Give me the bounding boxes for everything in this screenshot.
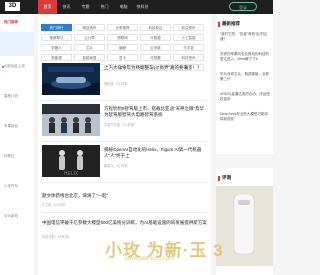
left-section-title: 热门推荐 (4, 20, 18, 24)
news-title[interactable]: 题文体新线台北京，滴滴了“一起” (42, 193, 108, 199)
login-button[interactable]: 登录 (229, 2, 257, 11)
tag[interactable]: 编程 (107, 44, 138, 51)
tag[interactable]: 机器人 (41, 44, 72, 51)
tag[interactable]: 芯片 (74, 44, 105, 51)
tag[interactable]: 云计算 (74, 34, 105, 41)
nav-item-pc[interactable]: 电脑 (114, 0, 133, 14)
watermark-url: www.kkk-kids.com (125, 256, 175, 262)
recommend-item[interactable]: “我们它的，”抗疫“有效”后不加速？ (220, 32, 270, 42)
article-item[interactable]: 上汽大众今年为终端整车，“尚界”真的要来了！？ 快科技 · 2小时前 (42, 63, 207, 97)
article-item[interactable]: 方程豹豹8智驾版上市，搭载比亚迪“天神之眼”及华为智驾版智驾大电路智驾系统 中国… (42, 104, 207, 138)
left-item[interactable]: 星舰计划 (4, 94, 18, 99)
article-title[interactable]: 揭秘OpenAI自动化的Helix，Figure AI第一代机器人“人”终于上 (104, 147, 207, 159)
left-item[interactable]: AI新功能上线 (4, 64, 25, 69)
article-title[interactable]: 上汽大众今年为终端整车，“尚界”真的要来了！？ (104, 65, 207, 71)
review-box: 评测 (216, 168, 273, 275)
article-item[interactable]: HELIX 揭秘OpenAI自动化的Helix，Figure AI第一代机器人“… (42, 145, 207, 179)
tag[interactable]: 可穿戴 (140, 54, 171, 61)
article-thumbnail (42, 104, 100, 136)
nav-item-hot[interactable]: 热门 (95, 0, 114, 14)
recommend-item[interactable]: ARM与高通达成的合约，涉及授权费用 (220, 92, 270, 102)
nav-item-home[interactable]: 首页 (38, 0, 57, 14)
section-marker-icon (218, 176, 220, 181)
divider (42, 212, 207, 213)
top-nav-bar: 3D 首页 快讯 专题 热门 电脑 快科技 登录 (0, 0, 273, 14)
nav-item-news[interactable]: 快讯 (57, 0, 76, 14)
recommend-title: 最新推荐 (222, 21, 240, 26)
recommend-item[interactable]: 苏伊的苹果向实业推动的科技的表达进入，Meta解了下6 (220, 52, 270, 62)
recommend-item[interactable]: DeepSeek专业的大模型可能将将新改变 (220, 112, 270, 122)
tag[interactable]: 精选资讯 (74, 24, 105, 31)
left-item[interactable]: 小米汽车 (4, 184, 18, 189)
nav-item-tech[interactable]: 快科技 (133, 0, 152, 14)
tag[interactable]: 科技快讯 (173, 54, 204, 61)
product-image-icon[interactable] (216, 186, 273, 266)
tag[interactable]: 显卡 (107, 54, 138, 61)
news-meta: 科技日报 · 8小时前 (42, 235, 69, 239)
site-logo[interactable]: 3D (5, 2, 20, 11)
tag[interactable]: 热门排行 (41, 24, 72, 31)
tag[interactable]: 区块链 (140, 44, 171, 51)
main-nav: 首页 快讯 专题 热门 电脑 快科技 (38, 0, 152, 14)
article-meta: 快科技 · 2小时前 (104, 82, 128, 86)
recommend-item[interactable]: 华为自研芯片，瓶颈被破，全新第二代 (220, 72, 270, 82)
left-sidebar: 热门推荐 AI新功能上线 星舰计划 苹果新品 特斯拉 小米汽车 华为新机 (0, 14, 34, 275)
tag[interactable]: 物联网 (107, 34, 138, 41)
tag[interactable]: 智能家居 (74, 54, 105, 61)
tag[interactable]: 推荐算法 (41, 34, 72, 41)
right-sidebar: 最新推荐 “我们它的，”抗疫“有效”后不加速？ 苏伊的苹果向实业推动的科技的表达… (216, 14, 273, 275)
divider (42, 182, 207, 183)
article-title[interactable]: 方程豹豹8智驾版上市，搭载比亚迪“天神之眼”及华为智驾版智驾大电路智驾系统 (104, 106, 207, 118)
tag[interactable]: 新能源 (41, 54, 72, 61)
event-image-icon (42, 104, 100, 136)
divider (42, 141, 207, 142)
left-hot-banner[interactable] (0, 32, 34, 56)
car-image-icon (42, 63, 100, 95)
article-meta: 中国汽车报 · 3小时前 (104, 123, 135, 127)
tag[interactable]: 大数据 (140, 34, 171, 41)
tag[interactable]: 头条推荐 (107, 24, 138, 31)
article-thumbnail (42, 63, 100, 95)
news-meta: IT之家 · 6小时前 (42, 203, 66, 207)
nav-item-topics[interactable]: 专题 (76, 0, 95, 14)
divider (42, 100, 207, 101)
left-item[interactable]: 苹果新品 (4, 124, 18, 129)
left-item[interactable]: 特斯拉 (4, 154, 15, 159)
article-thumbnail: HELIX (42, 145, 100, 177)
section-marker-icon (218, 22, 220, 27)
left-item[interactable]: 华为新机 (4, 214, 18, 219)
svg-text:HELIX: HELIX (64, 171, 79, 177)
tag[interactable]: 元宇宙 (173, 44, 204, 51)
tag[interactable]: 科技前沿 (140, 24, 171, 31)
tag[interactable]: 前沿资讯 (173, 24, 204, 31)
robot-image-icon: HELIX (42, 145, 100, 177)
recommend-box: 最新推荐 “我们它的，”抗疫“有效”后不加速？ 苏伊的苹果向实业推动的科技的表达… (216, 14, 273, 154)
article-meta: 新智元 · 5小时前 (104, 164, 128, 168)
review-title: 评测 (222, 175, 231, 180)
news-title[interactable]: 中国电信突破千亿参数大模型500亿美统分训练，为AI基础设施的同发展提供新方案 (42, 220, 207, 226)
tag[interactable]: 人工智能 (173, 34, 204, 41)
